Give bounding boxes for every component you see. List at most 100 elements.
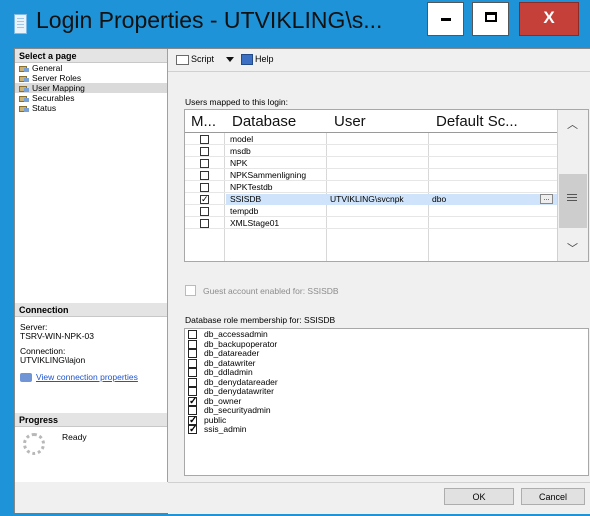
default-schema-cell[interactable] <box>429 218 559 229</box>
title-bar[interactable]: Login Properties - UTVIKLING\s... X <box>0 0 590 44</box>
sidebar-item-label: General <box>32 63 63 73</box>
role-checkbox[interactable] <box>188 358 197 368</box>
table-row[interactable]: NPKTestdb <box>185 182 557 193</box>
table-row[interactable]: XMLStage01 <box>185 218 557 229</box>
grid-vertical-scrollbar[interactable]: ︿ ﹀ <box>557 110 588 261</box>
default-schema-cell[interactable] <box>429 170 559 181</box>
database-cell[interactable]: msdb <box>226 146 328 157</box>
role-checkbox[interactable] <box>188 377 197 387</box>
guest-account-label: Guest account enabled for: SSISDB <box>203 286 339 296</box>
column-header-database[interactable]: Database <box>232 113 296 130</box>
scroll-down-icon[interactable]: ﹀ <box>567 240 578 256</box>
sidebar-item-status[interactable]: Status <box>15 103 167 113</box>
sidebar-item-securables[interactable]: Securables <box>15 93 167 103</box>
guest-account-checkbox[interactable] <box>185 285 196 296</box>
help-button[interactable]: Help <box>241 53 274 66</box>
table-row[interactable]: NPKSammenligning <box>185 170 557 181</box>
cancel-button[interactable]: Cancel <box>521 488 585 505</box>
user-cell[interactable] <box>327 158 429 169</box>
connection-value: UTVIKLING\lajon <box>20 355 86 365</box>
user-cell[interactable] <box>327 206 429 217</box>
user-cell[interactable] <box>327 170 429 181</box>
database-cell[interactable]: model <box>226 134 328 145</box>
table-row[interactable]: msdb <box>185 146 557 157</box>
map-checkbox[interactable] <box>200 147 209 156</box>
role-checkbox[interactable] <box>188 349 197 358</box>
map-checkbox[interactable] <box>200 183 209 192</box>
script-label: Script <box>191 54 215 64</box>
sidebar-item-general[interactable]: General <box>15 63 167 73</box>
progress-status: Ready <box>62 432 87 442</box>
column-header-default-schema[interactable]: Default Sc... <box>436 113 518 130</box>
default-schema-cell[interactable] <box>429 134 559 145</box>
ok-button[interactable]: OK <box>444 488 514 505</box>
role-checkbox[interactable]: ✓ <box>188 396 197 406</box>
table-row[interactable]: model <box>185 134 557 145</box>
list-item[interactable]: ✓ ssis_admin <box>185 424 588 435</box>
user-cell[interactable] <box>327 134 429 145</box>
view-connection-properties-link[interactable]: View connection properties <box>36 372 138 382</box>
map-checkbox[interactable] <box>200 171 209 180</box>
maximize-button[interactable] <box>472 2 509 36</box>
close-button[interactable]: X <box>519 2 579 36</box>
scroll-up-icon[interactable]: ︿ <box>567 116 578 132</box>
sidebar-item-label: Server Roles <box>32 73 82 83</box>
progress-spinner-icon <box>23 433 45 455</box>
list-item[interactable]: db_denydatawriter <box>185 386 588 397</box>
database-cell[interactable]: NPKTestdb <box>226 182 328 193</box>
page-icon <box>19 85 30 93</box>
map-checkbox[interactable] <box>200 219 209 228</box>
close-icon: X <box>543 8 555 27</box>
role-checkbox[interactable] <box>188 406 197 415</box>
connection-icon <box>20 373 32 383</box>
user-cell[interactable]: UTVIKLING\svcnpk <box>327 194 429 205</box>
role-checkbox[interactable] <box>188 368 197 377</box>
dropdown-arrow-icon[interactable] <box>226 57 234 62</box>
database-cell[interactable]: SSISDB <box>226 194 328 205</box>
list-item[interactable]: db_securityadmin <box>185 405 588 416</box>
table-row[interactable]: ✓ SSISDB UTVIKLING\svcnpk dbo... <box>185 194 559 205</box>
page-icon <box>19 105 30 113</box>
user-cell[interactable] <box>327 182 429 193</box>
help-label: Help <box>255 54 274 64</box>
role-checkbox[interactable] <box>188 330 197 339</box>
progress-section: Progress Ready <box>15 413 167 455</box>
default-schema-cell[interactable] <box>429 158 559 169</box>
script-button[interactable]: Script <box>176 53 214 65</box>
sidebar-item-user-mapping[interactable]: User Mapping <box>15 83 167 93</box>
default-schema-cell[interactable] <box>429 146 559 157</box>
minimize-icon <box>441 18 451 21</box>
database-cell[interactable]: tempdb <box>226 206 328 217</box>
role-checkbox[interactable]: ✓ <box>188 425 197 435</box>
user-cell[interactable] <box>327 218 429 229</box>
page-list: General Server Roles User Mapping Secura… <box>15 63 167 113</box>
toolbar: Script Help <box>168 49 590 72</box>
role-items: db_accessadmin db_backupoperator db_datare… <box>185 329 588 435</box>
minimize-button[interactable] <box>427 2 464 36</box>
table-row[interactable]: NPK <box>185 158 557 169</box>
user-mapping-grid[interactable]: M... Database User Default Sc... model ms… <box>184 109 589 262</box>
role-checkbox[interactable] <box>188 387 197 396</box>
progress-header: Progress <box>15 413 167 427</box>
user-cell[interactable] <box>327 146 429 157</box>
map-checkbox[interactable]: ✓ <box>200 195 209 204</box>
map-checkbox[interactable] <box>200 159 209 168</box>
sidebar-item-server-roles[interactable]: Server Roles <box>15 73 167 83</box>
role-checkbox[interactable] <box>188 339 197 349</box>
database-cell[interactable]: NPKSammenligning <box>226 170 328 181</box>
role-membership-list[interactable]: db_accessadmin db_backupoperator db_datare… <box>184 328 589 476</box>
scrollbar-thumb[interactable] <box>559 174 587 228</box>
default-schema-cell[interactable] <box>429 206 559 217</box>
map-checkbox[interactable] <box>200 135 209 144</box>
script-icon <box>176 54 189 65</box>
database-cell[interactable]: XMLStage01 <box>226 218 328 229</box>
browse-schema-button[interactable]: ... <box>540 194 553 204</box>
column-header-map[interactable]: M... <box>191 113 216 130</box>
app-icon <box>14 14 27 34</box>
table-row[interactable]: tempdb <box>185 206 557 217</box>
view-connection-row: View connection properties <box>15 372 167 383</box>
column-header-user[interactable]: User <box>334 113 366 130</box>
default-schema-cell[interactable] <box>429 182 559 193</box>
database-cell[interactable]: NPK <box>226 158 328 169</box>
map-checkbox[interactable] <box>200 207 209 216</box>
